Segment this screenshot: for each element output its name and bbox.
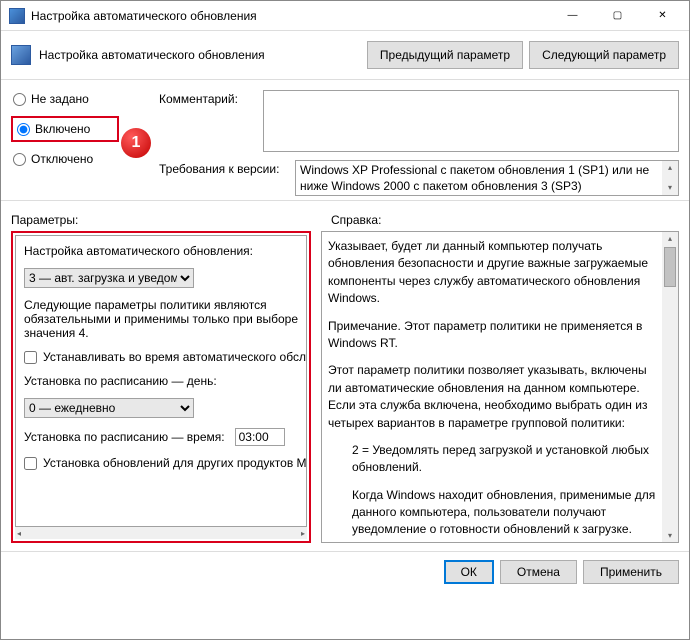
comment-row: Комментарий: <box>159 90 679 152</box>
maximize-button[interactable]: ▢ <box>595 2 640 30</box>
ok-button[interactable]: ОК <box>444 560 494 584</box>
comment-textarea[interactable] <box>263 90 679 152</box>
help-scrollbar[interactable]: ▴ ▾ <box>662 232 678 542</box>
radio-disabled[interactable]: Отключено <box>11 150 119 168</box>
other-products-checkbox-label: Установка обновлений для других продукто… <box>43 456 307 470</box>
maintenance-checkbox-row[interactable]: Устанавливать во время автоматического о… <box>24 350 304 364</box>
footer: ОК Отмена Применить <box>1 551 689 592</box>
maintenance-checkbox[interactable] <box>24 351 37 364</box>
config-label: Настройка автоматического обновления: <box>24 244 304 258</box>
help-panel: Указывает, будет ли данный компьютер пол… <box>321 231 679 543</box>
comment-label: Комментарий: <box>159 90 255 106</box>
scroll-right-icon[interactable]: ▸ <box>301 529 305 538</box>
requirements-scrollbar[interactable]: ▴ ▾ <box>662 161 678 195</box>
policy-note: Следующие параметры политики являются об… <box>24 298 304 340</box>
next-setting-button[interactable]: Следующий параметр <box>529 41 679 69</box>
requirements-row: Требования к версии: Windows XP Professi… <box>159 160 679 196</box>
radio-disabled-label: Отключено <box>31 152 93 166</box>
scroll-down-icon[interactable]: ▾ <box>668 531 672 540</box>
prev-setting-button[interactable]: Предыдущий параметр <box>367 41 523 69</box>
radio-not-configured-input[interactable] <box>13 93 26 106</box>
top-section: Не задано Включено Отключено 1 Комментар… <box>1 84 689 200</box>
help-p2: Примечание. Этот параметр политики не пр… <box>328 318 660 353</box>
requirements-text: Windows XP Professional с пакетом обновл… <box>300 163 649 193</box>
radio-not-configured-label: Не задано <box>31 92 89 106</box>
help-p4: 2 = Уведомлять перед загрузкой и установ… <box>328 442 660 477</box>
separator <box>1 79 689 80</box>
params-section-label: Параметры: <box>11 213 331 227</box>
policy-icon <box>11 45 31 65</box>
radio-not-configured[interactable]: Не задано <box>11 90 119 108</box>
requirements-box: Windows XP Professional с пакетом обновл… <box>295 160 679 196</box>
params-inner: Настройка автоматического обновления: 3 … <box>15 235 307 527</box>
requirements-label: Требования к версии: <box>159 160 287 176</box>
radio-disabled-input[interactable] <box>13 153 26 166</box>
other-products-checkbox[interactable] <box>24 457 37 470</box>
other-products-checkbox-row[interactable]: Установка обновлений для других продукто… <box>24 456 304 470</box>
scroll-down-icon[interactable]: ▾ <box>668 183 672 193</box>
scroll-up-icon[interactable]: ▴ <box>668 234 672 243</box>
time-row: Установка по расписанию — время: <box>24 428 304 446</box>
mid-labels: Параметры: Справка: <box>1 205 689 231</box>
day-label: Установка по расписанию — день: <box>24 374 304 388</box>
state-radio-group: Не задано Включено Отключено <box>11 90 119 196</box>
close-button[interactable]: ✕ <box>640 2 685 30</box>
cancel-button[interactable]: Отмена <box>500 560 577 584</box>
params-hscrollbar[interactable]: ◂ ▸ <box>15 527 307 539</box>
params-panel: Настройка автоматического обновления: 3 … <box>11 231 311 543</box>
scroll-up-icon[interactable]: ▴ <box>668 163 672 173</box>
scroll-thumb[interactable] <box>664 247 676 287</box>
radio-enabled-input[interactable] <box>17 123 30 136</box>
header-title: Настройка автоматического обновления <box>39 48 361 62</box>
app-icon <box>9 8 25 24</box>
help-p1: Указывает, будет ли данный компьютер пол… <box>328 238 660 308</box>
maintenance-checkbox-label: Устанавливать во время автоматического о… <box>43 350 307 364</box>
annotation-badge-1: 1 <box>121 128 151 158</box>
badge-column: 1 <box>119 90 153 196</box>
help-p3: Этот параметр политики позволяет указыва… <box>328 362 660 432</box>
help-text: Указывает, будет ли данный компьютер пол… <box>328 238 660 536</box>
radio-enabled[interactable]: Включено <box>11 116 119 142</box>
help-p5: Когда Windows находит обновления, примен… <box>328 487 660 536</box>
scroll-left-icon[interactable]: ◂ <box>17 529 21 538</box>
time-label: Установка по расписанию — время: <box>24 430 225 444</box>
radio-enabled-label: Включено <box>35 122 90 136</box>
mid-section: Настройка автоматического обновления: 3 … <box>1 231 689 551</box>
titlebar: Настройка автоматического обновления — ▢… <box>1 1 689 31</box>
config-select[interactable]: 3 — авт. загрузка и уведом. об устан <box>24 268 194 288</box>
apply-button[interactable]: Применить <box>583 560 679 584</box>
separator <box>1 200 689 201</box>
window-title: Настройка автоматического обновления <box>31 9 550 23</box>
header-row: Настройка автоматического обновления Пре… <box>1 31 689 79</box>
minimize-button[interactable]: — <box>550 2 595 30</box>
help-section-label: Справка: <box>331 213 679 227</box>
time-input[interactable] <box>235 428 285 446</box>
comment-column: Комментарий: Требования к версии: Window… <box>159 90 679 196</box>
day-select[interactable]: 0 — ежедневно <box>24 398 194 418</box>
